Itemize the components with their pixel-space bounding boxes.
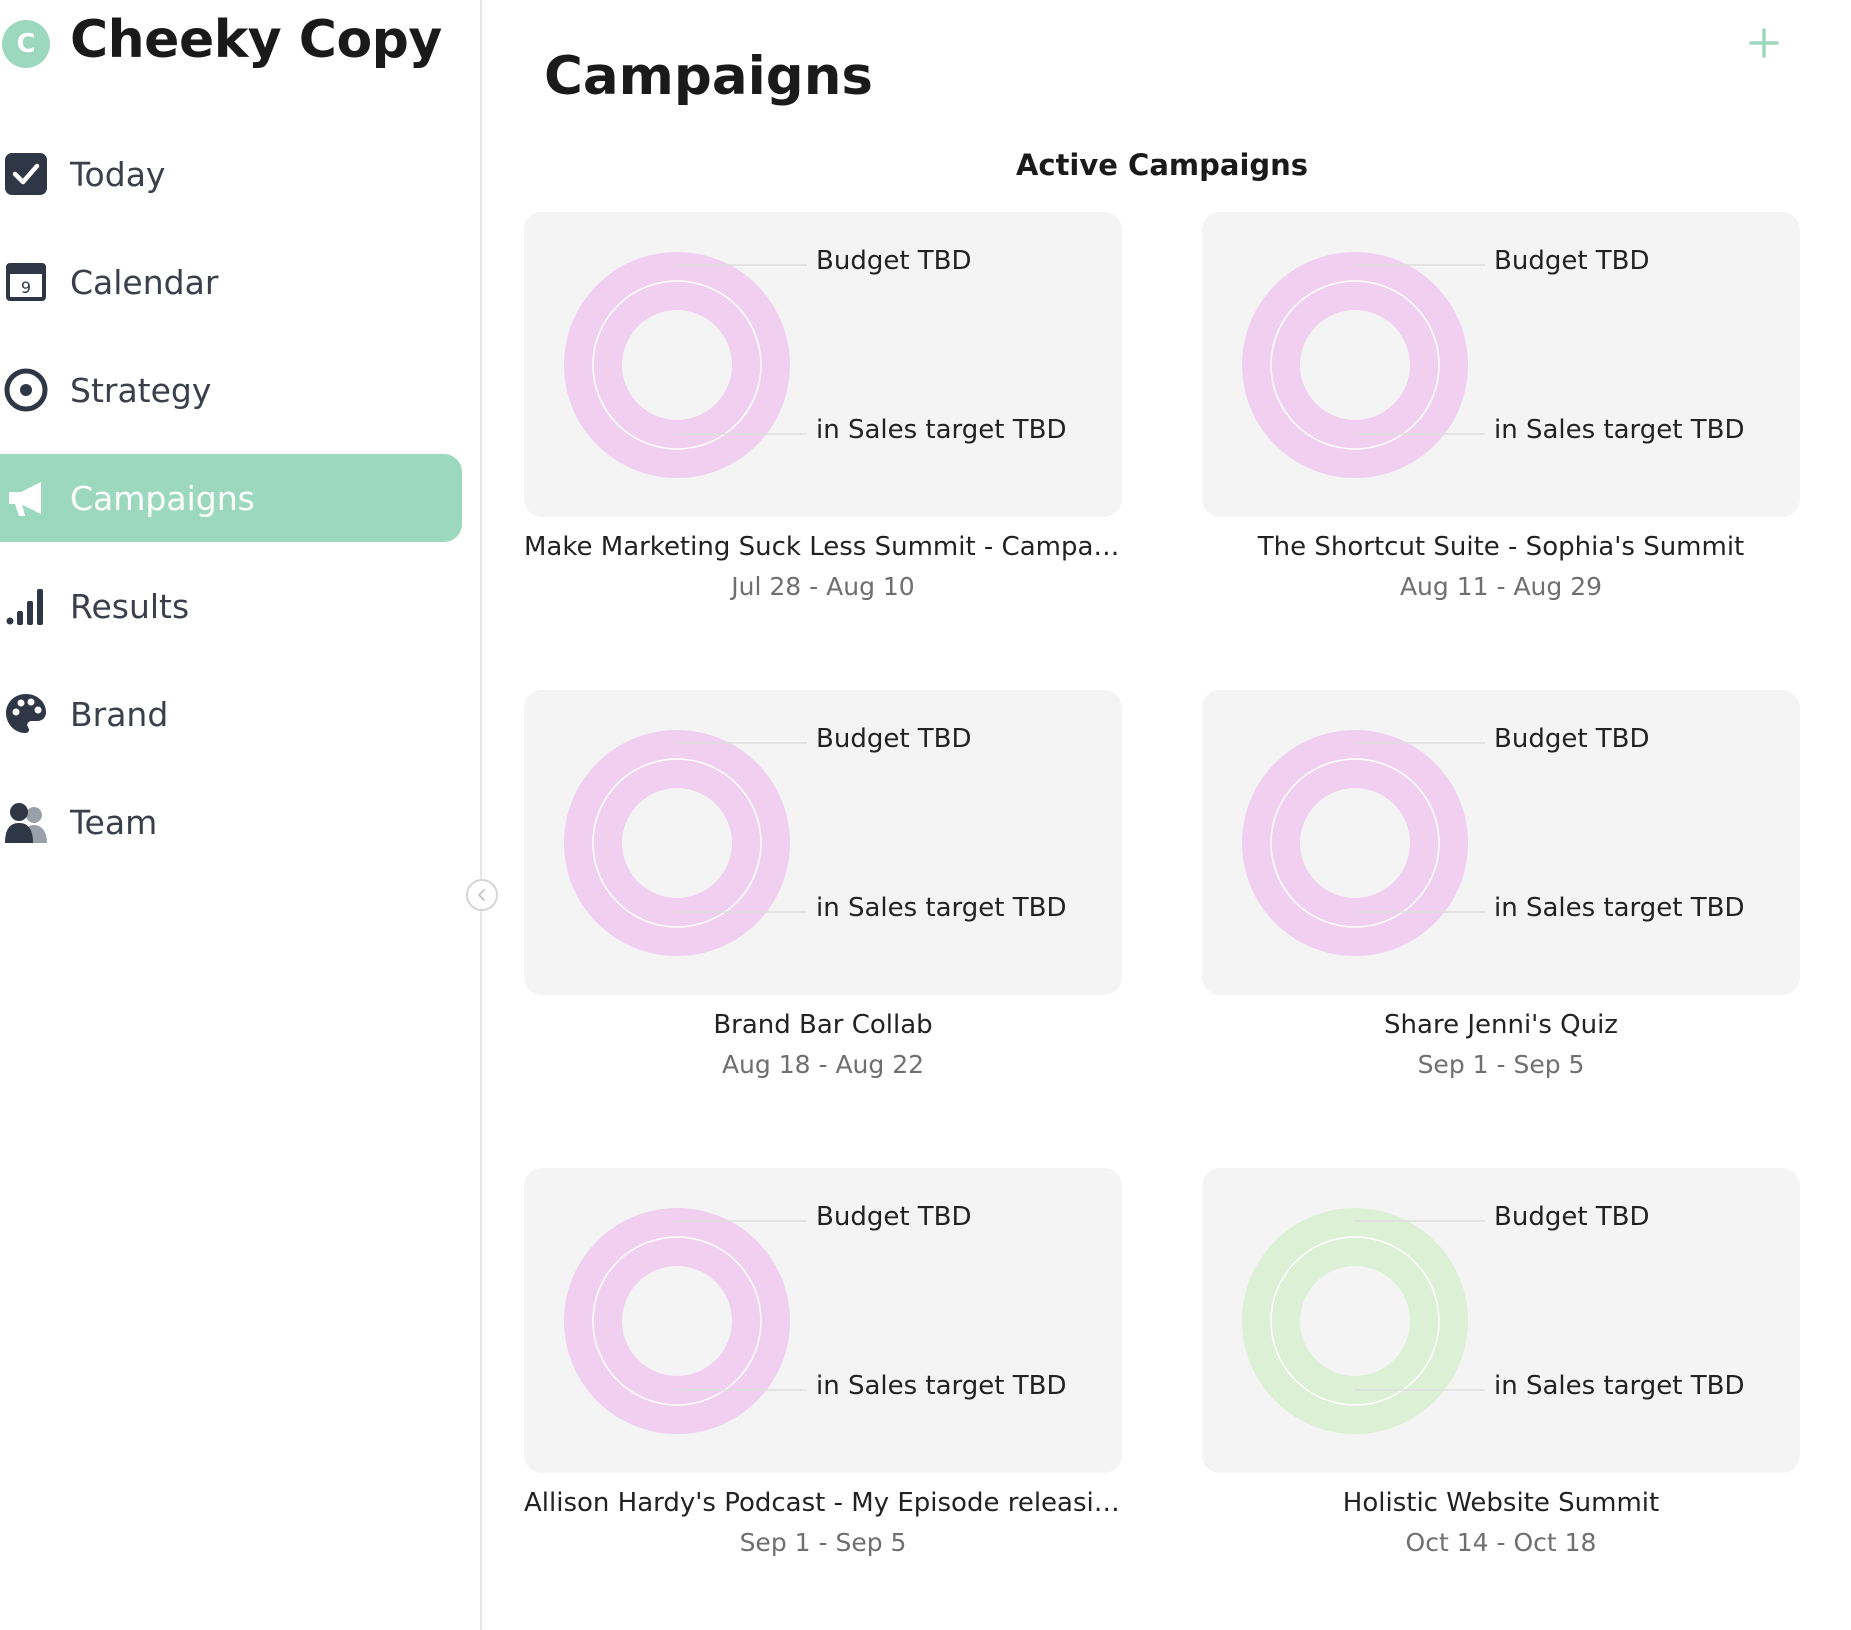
sidebar-item-label: Campaigns [70, 478, 255, 518]
bar-signal-icon [2, 582, 50, 630]
campaign-card-chart[interactable]: Budget TBD in Sales target TBD [1202, 1168, 1800, 1473]
budget-label: Budget TBD [816, 724, 972, 754]
campaign-title[interactable]: Holistic Website Summit [1202, 1488, 1800, 1518]
sales-target-label: in Sales target TBD [1494, 415, 1745, 445]
campaign-dates: Aug 11 - Aug 29 [1399, 572, 1603, 601]
sales-target-label: in Sales target TBD [1494, 893, 1745, 923]
app-root: C Cheeky Copy Today 9 Calendar Strategy … [0, 0, 1851, 1630]
campaign-dates: Aug 18 - Aug 22 [721, 1050, 925, 1079]
sidebar-item-team[interactable]: Team [0, 778, 462, 866]
calendar-icon-number: 9 [21, 278, 31, 297]
campaign-dates: Sep 1 - Sep 5 [1417, 1050, 1585, 1079]
budget-label: Budget TBD [816, 246, 972, 276]
sidebar-item-label: Today [70, 154, 166, 194]
campaign-title[interactable]: Allison Hardy's Podcast - My Episode rel… [524, 1488, 1122, 1518]
page-title: Campaigns [544, 45, 873, 107]
sales-target-label: in Sales target TBD [816, 893, 1067, 923]
sidebar-item-today[interactable]: Today [0, 130, 462, 218]
sidebar-item-label: Strategy [70, 370, 212, 410]
calendar-icon: 9 [2, 258, 50, 306]
sales-target-label: in Sales target TBD [816, 415, 1067, 445]
campaign-title[interactable]: Share Jenni's Quiz [1202, 1010, 1800, 1040]
sales-target-label: in Sales target TBD [816, 1371, 1067, 1401]
logo-icon: C [2, 20, 50, 68]
donut-ring [564, 730, 790, 956]
donut-ring [564, 1208, 790, 1434]
target-icon [2, 366, 50, 414]
donut-ring [1242, 730, 1468, 956]
campaign-dates: Jul 28 - Aug 10 [731, 572, 915, 601]
campaign-card-chart[interactable]: Budget TBD in Sales target TBD [1202, 212, 1800, 517]
sales-target-label: in Sales target TBD [1494, 1371, 1745, 1401]
sidebar-item-results[interactable]: Results [0, 562, 462, 650]
campaign-title[interactable]: The Shortcut Suite - Sophia's Summit [1202, 532, 1800, 562]
campaign-title[interactable]: Brand Bar Collab [524, 1010, 1122, 1040]
sidebar-item-campaigns[interactable]: Campaigns [0, 454, 462, 542]
megaphone-icon [2, 474, 50, 522]
add-campaign-button[interactable] [1739, 18, 1789, 68]
plus-icon [1749, 28, 1779, 58]
palette-icon [2, 690, 50, 738]
budget-label: Budget TBD [1494, 724, 1650, 754]
donut-ring [1242, 1208, 1468, 1434]
section-title: Active Campaigns [1015, 148, 1309, 182]
budget-label: Budget TBD [1494, 246, 1650, 276]
campaign-card-chart[interactable]: Budget TBD in Sales target TBD [524, 212, 1122, 517]
campaign-card-chart[interactable]: Budget TBD in Sales target TBD [524, 1168, 1122, 1473]
app-name: Cheeky Copy [70, 10, 442, 70]
sidebar-item-strategy[interactable]: Strategy [0, 346, 462, 434]
donut-ring [1242, 252, 1468, 478]
sidebar-nav: Today 9 Calendar Strategy Campaigns Resu… [0, 130, 462, 886]
campaign-dates: Sep 1 - Sep 5 [739, 1528, 907, 1557]
sidebar-item-label: Calendar [70, 262, 219, 302]
logo-letter: C [16, 29, 36, 59]
budget-label: Budget TBD [1494, 1202, 1650, 1232]
sidebar-item-label: Results [70, 586, 190, 626]
campaign-card-chart[interactable]: Budget TBD in Sales target TBD [1202, 690, 1800, 995]
sidebar: C Cheeky Copy Today 9 Calendar Strategy … [0, 0, 498, 1630]
donut-ring [564, 252, 790, 478]
sidebar-item-label: Brand [70, 694, 169, 734]
campaign-title[interactable]: Make Marketing Suck Less Summit - Campai… [524, 532, 1122, 562]
sidebar-item-brand[interactable]: Brand [0, 670, 462, 758]
main-content: Campaigns Active Campaigns Budget TBD in… [484, 0, 1851, 1630]
budget-label: Budget TBD [816, 1202, 972, 1232]
checkbox-icon [2, 150, 50, 198]
sidebar-item-calendar[interactable]: 9 Calendar [0, 238, 462, 326]
sidebar-item-label: Team [70, 802, 158, 842]
campaign-dates: Oct 14 - Oct 18 [1405, 1528, 1597, 1557]
campaign-card-chart[interactable]: Budget TBD in Sales target TBD [524, 690, 1122, 995]
team-icon [2, 798, 50, 846]
